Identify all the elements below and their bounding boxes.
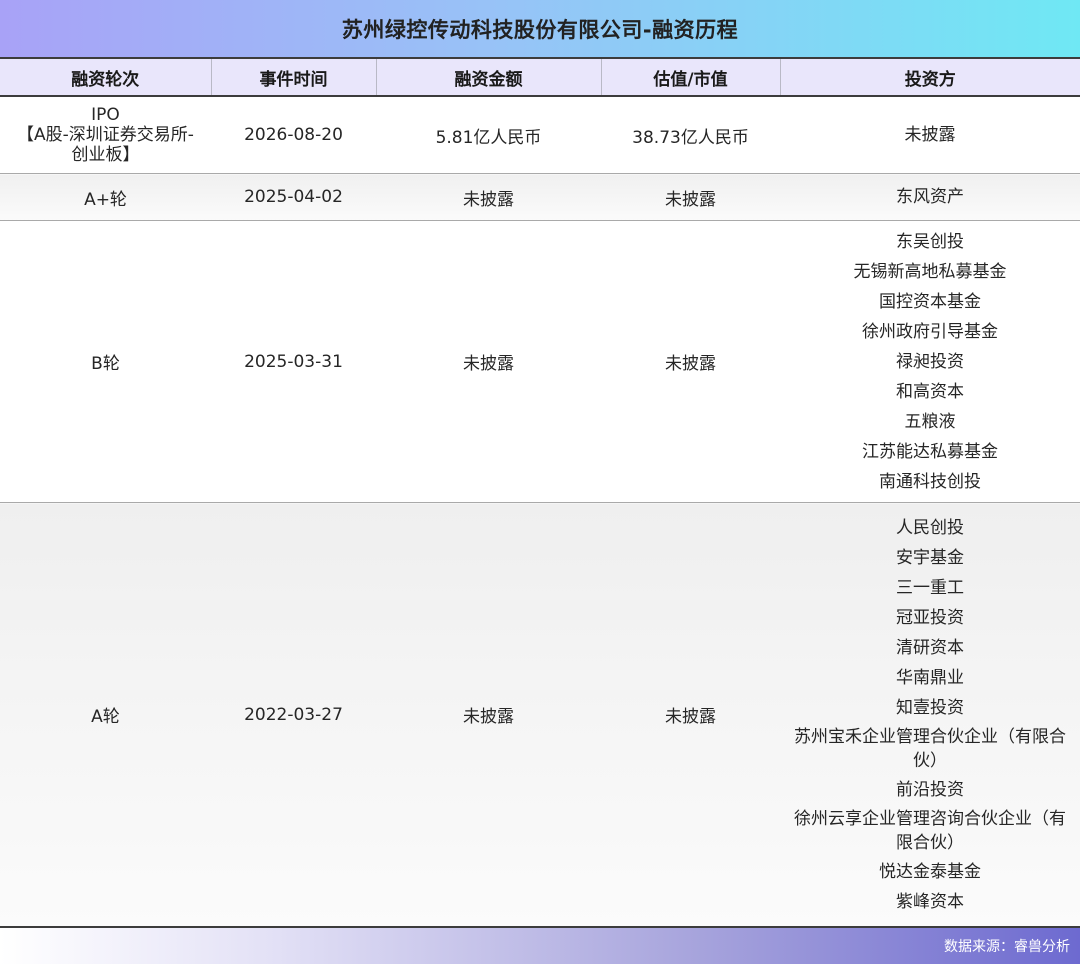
investor-name: 南通科技创投 [879,471,981,492]
investors-cell: 人民创投安宇基金三一重工冠亚投资清研资本华南鼎业知壹投资苏州宝禾企业管理合伙企业… [780,502,1080,928]
financing-table: 融资轮次 事件时间 融资金额 估值/市值 投资方 IPO 【A股-深圳证券交易所-… [0,57,1080,928]
investor-name: 五粮液 [904,411,956,432]
amount-cell: 未披露 [376,173,601,221]
round-cell: A轮 [0,502,211,928]
investor-name: 人民创投 [896,517,964,538]
round-cell: B轮 [0,220,211,503]
table-row: B轮 2025-03-31 未披露 未披露 东吴创投无锡新高地私募基金 国控资本基… [0,220,1080,503]
column-header-amount: 融资金额 [376,57,602,97]
investor-name: 无锡新高地私募基金 [853,261,1007,282]
investor-list: 东吴创投无锡新高地私募基金 国控资本基金 徐州政府引导基金 禄昶投资和高资本五粮液江苏… [780,227,1080,497]
round-cell: IPO 【A股-深圳证券交易所-创业板】 [0,96,211,174]
investor-name: 冠亚投资 [896,607,964,628]
investor-name: 苏州宝禾企业管理合伙企业（有限合伙） [794,726,1066,771]
valuation-cell: 38.73亿人民币 [601,96,780,174]
valuation-cell: 未披露 [601,502,780,928]
investor-name: 安宇基金 [896,547,964,568]
footer-bar: 数据来源：睿兽分析 [0,928,1080,964]
table-row: A+轮 2025-04-02 未披露 未披露 东风资产 [0,173,1080,221]
investor-name: 国控资本基金 [879,291,981,312]
investor-name: 江苏能达私募基金 [862,441,998,462]
page-title: 苏州绿控传动科技股份有限公司-融资历程 [0,0,1080,57]
investor-name: 东风资产 [896,187,964,207]
investor-name: 三一重工 [896,577,964,598]
investor-name: 悦达金泰基金 [879,861,981,882]
investor-name: 华南鼎业 [896,667,964,688]
investor-name: 东吴创投 [896,231,964,252]
date-cell: 2025-04-02 [211,173,376,221]
date-cell: 2025-03-31 [211,220,376,503]
investor-name: 和高资本 [896,381,964,402]
round-label: IPO 【A股-深圳证券交易所-创业板】 [0,105,211,165]
column-header-investors: 投资方 [780,57,1080,97]
investors-cell: 东吴创投无锡新高地私募基金 国控资本基金 徐州政府引导基金 禄昶投资和高资本五粮液江苏… [780,220,1080,503]
table-row: IPO 【A股-深圳证券交易所-创业板】 2026-08-20 5.81亿人民币 … [0,96,1080,174]
investors-cell: 未披露 [780,96,1080,174]
investor-name: 徐州政府引导基金 [862,321,998,342]
investor-name: 紫峰资本 [896,891,964,912]
data-source-label: 数据来源：睿兽分析 [944,939,1070,955]
valuation-cell: 未披露 [601,173,780,221]
amount-cell: 5.81亿人民币 [376,96,601,174]
date-cell: 2022-03-27 [211,502,376,928]
round-cell: A+轮 [0,173,211,221]
investors-cell: 东风资产 [780,173,1080,221]
investor-name: 前沿投资 [896,779,964,800]
investor-list: 未披露 [780,120,1080,150]
investor-list: 东风资产 [780,182,1080,212]
investor-name: 知壹投资 [896,697,964,718]
date-cell: 2026-08-20 [211,96,376,174]
investor-name: 徐州云享企业管理咨询合伙企业（有限合伙） [794,808,1066,853]
column-header-date: 事件时间 [211,57,377,97]
table-header-row: 融资轮次 事件时间 融资金额 估值/市值 投资方 [0,57,1080,97]
amount-cell: 未披露 [376,220,601,503]
investor-list: 人民创投安宇基金三一重工冠亚投资清研资本华南鼎业知壹投资苏州宝禾企业管理合伙企业… [780,513,1080,917]
valuation-cell: 未披露 [601,220,780,503]
table-row: A轮 2022-03-27 未披露 未披露 人民创投安宇基金三一重工冠亚投资清研… [0,502,1080,928]
column-header-round: 融资轮次 [0,57,212,97]
investor-name: 清研资本 [896,637,964,658]
round-name: IPO [91,105,120,125]
column-header-valuation: 估值/市值 [601,57,781,97]
investor-name: 未披露 [904,125,956,145]
listing-market: 【A股-深圳证券交易所-创业板】 [17,125,194,165]
investor-name: 禄昶投资 [896,351,964,372]
amount-cell: 未披露 [376,502,601,928]
